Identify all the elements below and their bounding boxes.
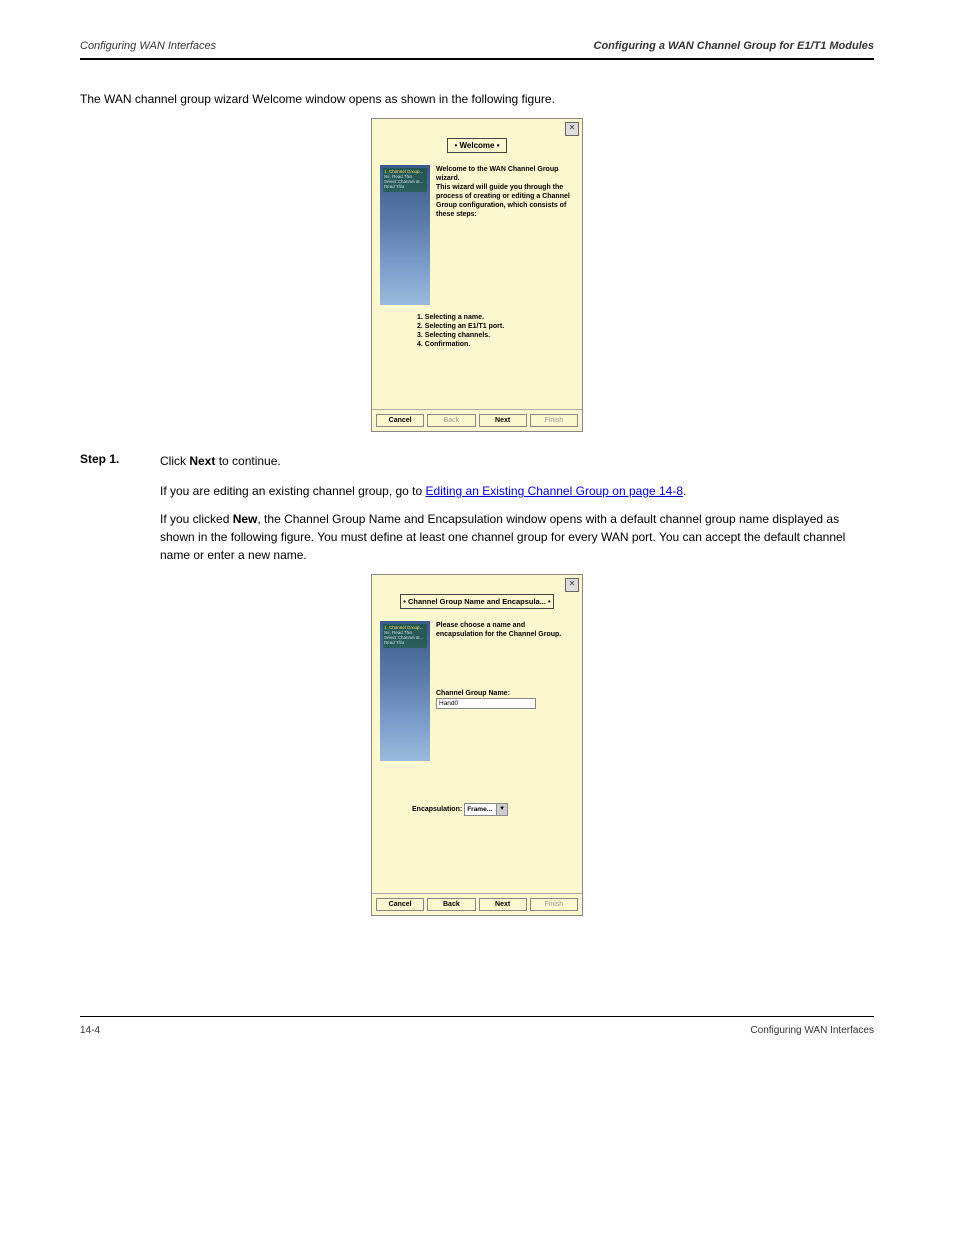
next-button[interactable]: Next bbox=[479, 898, 527, 911]
chevron-down-icon: ▼ bbox=[496, 804, 507, 815]
page-footer: 14-4 Configuring WAN Interfaces bbox=[80, 1025, 874, 1036]
back-button[interactable]: Back bbox=[427, 898, 475, 911]
cancel-button[interactable]: Cancel bbox=[376, 898, 424, 911]
encapsulation-label: Encapsulation: bbox=[412, 806, 462, 813]
para-new: If you clicked New, the Channel Group Na… bbox=[160, 510, 874, 564]
step-label: Step 1. bbox=[80, 452, 160, 466]
para-link: If you are editing an existing channel g… bbox=[160, 482, 874, 500]
finish-button: Finish bbox=[530, 414, 578, 427]
edit-channel-link[interactable]: Editing an Existing Channel Group on pag… bbox=[426, 484, 684, 498]
header-right: Configuring a WAN Channel Group for E1/T… bbox=[594, 40, 875, 52]
close-icon[interactable]: ✕ bbox=[565, 578, 579, 592]
para-welcome-intro: The WAN channel group wizard Welcome win… bbox=[80, 90, 874, 108]
channel-name-label: Channel Group Name: bbox=[436, 689, 574, 698]
step-1: Step 1. Click Next to continue. bbox=[80, 452, 874, 470]
next-button[interactable]: Next bbox=[479, 414, 527, 427]
channel-name-input[interactable] bbox=[436, 698, 536, 709]
header-left: Configuring WAN Interfaces bbox=[80, 40, 216, 52]
cancel-button[interactable]: Cancel bbox=[376, 414, 424, 427]
back-button: Back bbox=[427, 414, 475, 427]
wizard-name-dialog: ✕ • Channel Group Name and Encapsula... … bbox=[371, 574, 583, 916]
dialog-intro-text: Welcome to the WAN Channel Group wizard.… bbox=[436, 165, 574, 305]
page-number: 14-4 bbox=[80, 1025, 100, 1036]
step-text: Click Next to continue. bbox=[160, 452, 281, 470]
wizard-welcome-dialog: ✕ • Welcome • 1. Channel Group... Ns. Re… bbox=[371, 118, 583, 432]
footer-rule bbox=[80, 1016, 874, 1017]
dialog-title: • Channel Group Name and Encapsula... • bbox=[400, 594, 553, 609]
page-header: Configuring WAN Interfaces Configuring a… bbox=[80, 40, 874, 52]
header-rule bbox=[80, 58, 874, 60]
dialog-title: • Welcome • bbox=[447, 138, 506, 153]
wizard-sidebar-image: 1. Channel Group... Ns. Read This Select… bbox=[380, 621, 430, 761]
finish-button: Finish bbox=[530, 898, 578, 911]
dialog-steps: 1. Selecting a name. 2. Selecting an E1/… bbox=[372, 309, 582, 353]
dialog-intro-text: Please choose a name and encapsulation f… bbox=[436, 621, 574, 761]
close-icon[interactable]: ✕ bbox=[565, 122, 579, 136]
wizard-sidebar-image: 1. Channel Group... Ns. Read This Select… bbox=[380, 165, 430, 305]
footer-title: Configuring WAN Interfaces bbox=[750, 1025, 874, 1036]
encapsulation-select[interactable]: Frame... ▼ bbox=[464, 803, 508, 816]
